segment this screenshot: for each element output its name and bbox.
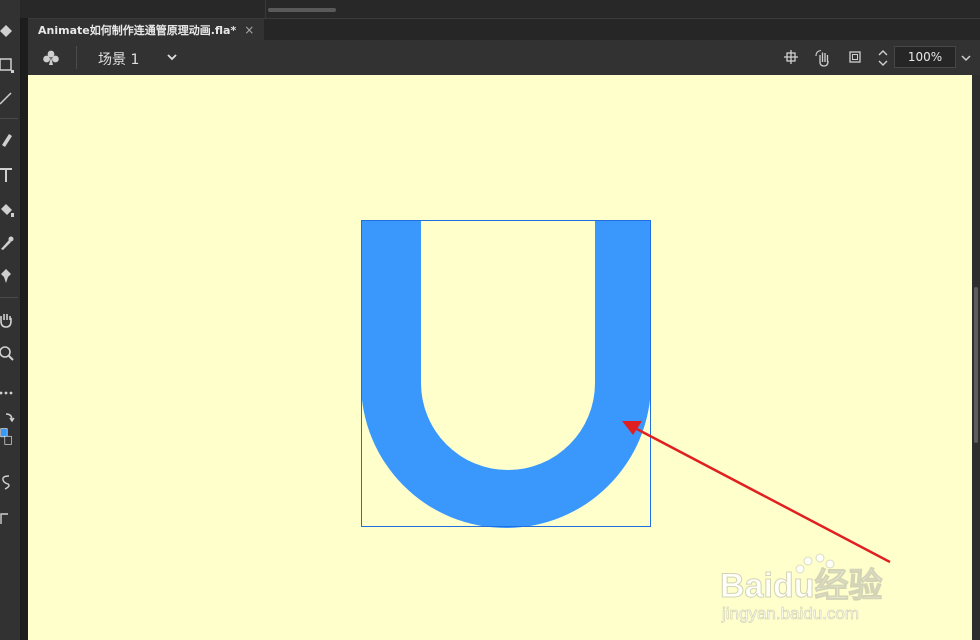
watermark-url: jingyan.baidu.com — [721, 604, 859, 623]
watermark-brand: Baidu经验 — [720, 566, 882, 605]
subselection-icon[interactable] — [0, 22, 16, 42]
u-tube-shape[interactable] — [361, 220, 651, 528]
text-icon[interactable] — [0, 165, 16, 185]
fill-color-swatch[interactable] — [0, 428, 16, 448]
lasso-icon[interactable] — [0, 472, 16, 492]
scene-icon[interactable] — [42, 49, 60, 67]
chevron-down-icon[interactable] — [166, 51, 178, 63]
stage-canvas[interactable]: Baidu经验 jingyan.baidu.com — [28, 75, 972, 640]
line-icon[interactable] — [0, 88, 16, 108]
rectangle-icon[interactable] — [0, 55, 16, 75]
zoom-stepper-icon[interactable] — [876, 46, 890, 70]
zoom-input[interactable]: 100% — [894, 46, 956, 68]
paint-bucket-icon[interactable] — [0, 200, 16, 220]
pin-icon[interactable] — [0, 266, 16, 286]
close-tab-icon[interactable]: × — [244, 23, 254, 37]
edit-bar: 场景 1 100% — [28, 40, 980, 75]
document-tab-bar: Animate如何制作连通管原理动画.fla* × — [28, 18, 980, 41]
tools-panel — [0, 0, 21, 640]
eyedropper-icon[interactable] — [0, 233, 16, 253]
scene-label: 场景 1 — [98, 52, 140, 68]
annotation-arrow — [622, 421, 891, 564]
vertical-scrollbar-thumb[interactable] — [974, 287, 978, 443]
zoom-dropdown-chevron-icon[interactable] — [960, 52, 972, 64]
clip-content-icon[interactable] — [847, 49, 863, 65]
document-tab-title: Animate如何制作连通管原理动画.fla* — [38, 24, 237, 37]
baidu-jingyan-watermark: Baidu经验 jingyan.baidu.com — [720, 553, 883, 623]
hand-icon[interactable] — [0, 310, 16, 330]
zoom-icon[interactable] — [0, 343, 16, 363]
more-tools-icon[interactable] — [0, 383, 16, 403]
horizontal-scrollbar-thumb[interactable] — [268, 8, 336, 12]
pen-icon[interactable] — [0, 130, 16, 150]
swap-colors-icon[interactable] — [0, 408, 16, 428]
center-stage-icon[interactable] — [783, 49, 799, 65]
vertical-scrollbar[interactable] — [972, 75, 980, 640]
corner-icon[interactable] — [0, 508, 16, 528]
rotate-stage-icon[interactable] — [814, 49, 832, 67]
panel-header-strip — [20, 0, 980, 18]
document-tab[interactable]: Animate如何制作连通管原理动画.fla* × — [28, 19, 265, 41]
